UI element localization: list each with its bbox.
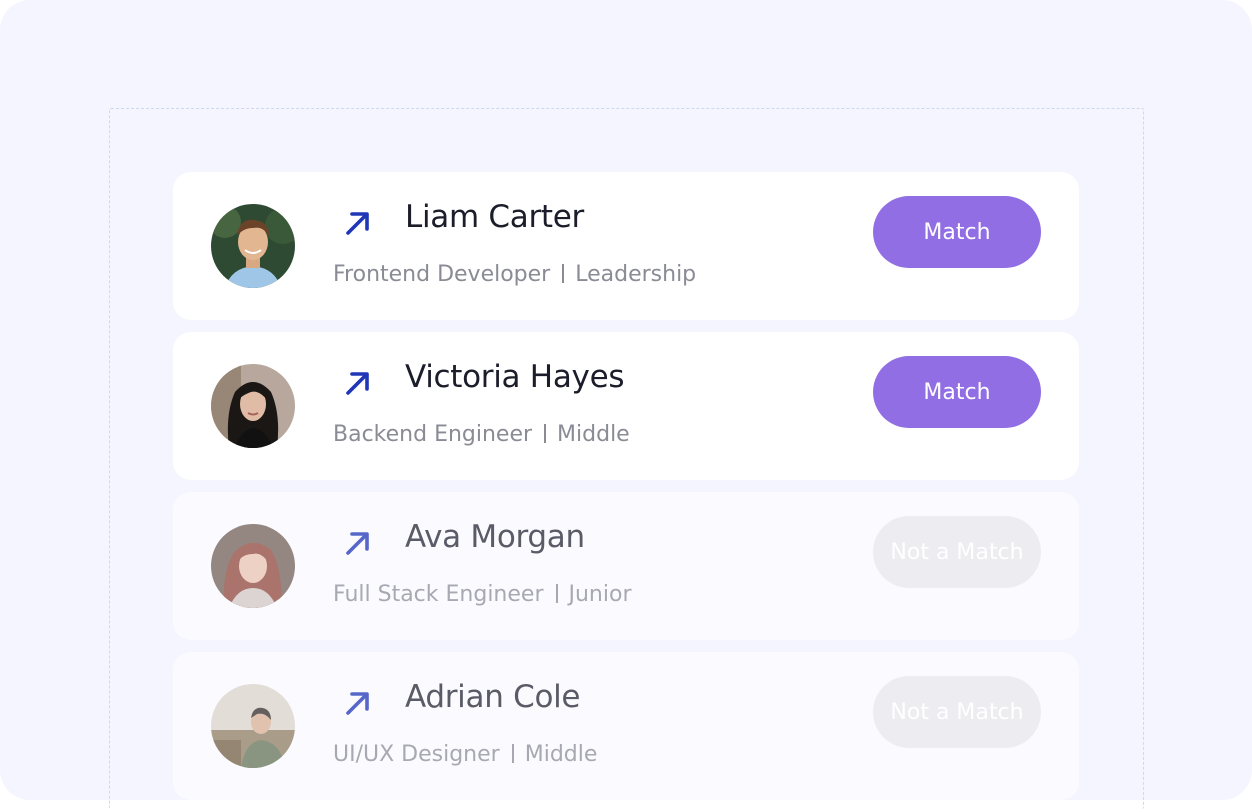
candidate-level: Middle (524, 742, 598, 767)
arrow-up-right-icon[interactable] (343, 528, 373, 558)
separator (544, 424, 547, 443)
candidate-meta: Backend Engineer Middle (333, 422, 630, 447)
candidate-meta: Frontend Developer Leadership (333, 262, 696, 287)
candidate-role: Frontend Developer (333, 262, 551, 287)
avatar (211, 684, 295, 768)
candidate-card: Adrian Cole UI/UX Designer Middle Not a M… (173, 652, 1079, 800)
not-a-match-button[interactable]: Not a Match (873, 516, 1041, 588)
match-button[interactable]: Match (873, 356, 1041, 428)
candidate-role: Full Stack Engineer (333, 582, 544, 607)
avatar (211, 524, 295, 608)
arrow-up-right-icon[interactable] (343, 688, 373, 718)
candidate-card: Ava Morgan Full Stack Engineer Junior Not… (173, 492, 1079, 640)
candidate-meta: Full Stack Engineer Junior (333, 582, 632, 607)
candidate-level: Leadership (575, 262, 697, 287)
candidate-level: Junior (568, 582, 632, 607)
candidate-name: Ava Morgan (405, 519, 585, 555)
candidate-role: UI/UX Designer (333, 742, 500, 767)
candidate-name: Liam Carter (405, 199, 584, 235)
candidate-card: Victoria Hayes Backend Engineer Middle Ma… (173, 332, 1079, 480)
separator (562, 264, 565, 283)
separator (511, 744, 514, 763)
candidate-role: Backend Engineer (333, 422, 533, 447)
avatar (211, 364, 295, 448)
not-a-match-button[interactable]: Not a Match (873, 676, 1041, 748)
candidate-level: Middle (557, 422, 630, 447)
separator (555, 584, 558, 603)
arrow-up-right-icon[interactable] (343, 368, 373, 398)
avatar (211, 204, 295, 288)
candidate-name: Adrian Cole (405, 679, 581, 715)
candidate-card: Liam Carter Frontend Developer Leadership… (173, 172, 1079, 320)
candidate-name: Victoria Hayes (405, 359, 625, 395)
candidate-list: Liam Carter Frontend Developer Leadership… (173, 172, 1079, 812)
match-button[interactable]: Match (873, 196, 1041, 268)
arrow-up-right-icon[interactable] (343, 208, 373, 238)
candidate-meta: UI/UX Designer Middle (333, 742, 597, 767)
